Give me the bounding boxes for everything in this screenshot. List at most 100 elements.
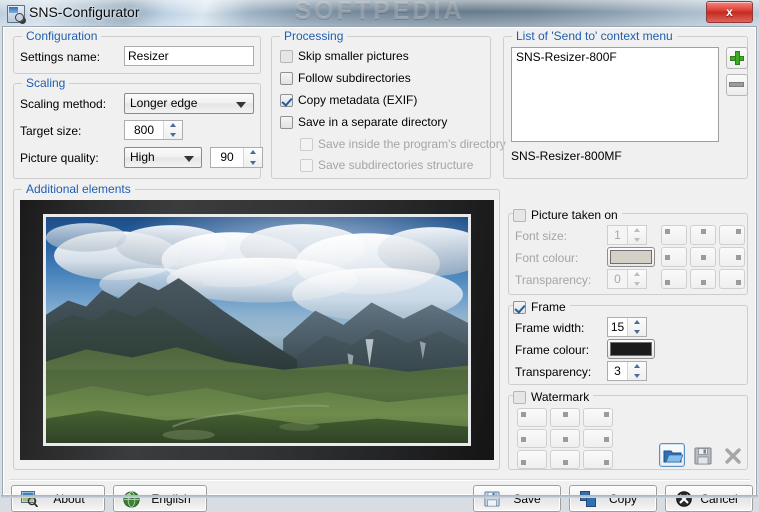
checkbox-picture-taken-on[interactable]: Picture taken on	[513, 208, 618, 222]
open-folder-icon	[663, 450, 683, 463]
spin-down-icon[interactable]	[244, 158, 262, 168]
checkbox-save-subdirectories-structure: Save subdirectories structure	[300, 158, 473, 172]
cancel-button[interactable]: Cancel	[665, 485, 753, 512]
font-size-label: Font size:	[515, 229, 568, 243]
checkbox-label: Save subdirectories structure	[318, 158, 474, 172]
chevron-down-icon	[236, 101, 246, 108]
frame-width-spin-buttons[interactable]	[627, 318, 646, 336]
copy-button[interactable]: Copy	[569, 485, 657, 512]
sendto-listbox[interactable]: SNS-Resizer-800F	[511, 47, 719, 142]
watermark-open-button[interactable]	[659, 443, 685, 467]
picture-quality-combo[interactable]: High	[124, 147, 202, 168]
watermark-delete-button[interactable]	[719, 443, 745, 467]
target-size-stepper[interactable]: 800	[124, 120, 183, 140]
checkbox-label: Follow subdirectories	[298, 71, 411, 85]
picture-quality-stepper[interactable]: 90	[210, 147, 263, 168]
target-size-value: 800	[133, 123, 155, 137]
target-size-spin-buttons[interactable]	[163, 121, 182, 139]
spin-up-icon[interactable]	[628, 362, 646, 371]
save-button[interactable]: Save	[473, 485, 561, 512]
checkbox-box	[300, 137, 313, 151]
frame-transparency-label: Transparency:	[515, 365, 592, 379]
checkbox-box	[280, 71, 293, 85]
watermark-position-middle-center[interactable]	[550, 429, 580, 448]
window-title: SNS-Configurator	[29, 4, 140, 20]
image-preview[interactable]	[20, 200, 494, 460]
watermark-position-top-left[interactable]	[517, 408, 547, 427]
checkbox-save-inside-program-directory: Save inside the program's directory	[300, 137, 506, 151]
watermark-position-bottom-left[interactable]	[517, 450, 547, 469]
watermark-position-bottom-center[interactable]	[550, 450, 580, 469]
frame-transparency-spin-buttons[interactable]	[627, 362, 646, 380]
configuration-legend: Configuration	[22, 29, 102, 43]
spin-down-icon[interactable]	[628, 371, 646, 380]
watermark-position-top-right[interactable]	[583, 408, 613, 427]
checkbox-follow-subdirectories[interactable]: Follow subdirectories	[280, 71, 411, 85]
checkbox-frame[interactable]: Frame	[513, 300, 566, 314]
checkbox-box	[513, 390, 526, 404]
add-entry-button[interactable]	[726, 47, 748, 69]
checkbox-label: Picture taken on	[531, 208, 618, 222]
checkbox-copy-metadata-exif[interactable]: Copy metadata (EXIF)	[280, 93, 417, 107]
checkbox-label: Copy metadata (EXIF)	[298, 93, 418, 107]
frame-colour-swatch[interactable]	[607, 339, 655, 359]
sendto-status-text: SNS-Resizer-800MF	[511, 149, 622, 163]
cancel-label: Cancel	[700, 491, 738, 506]
watermark-position-middle-left[interactable]	[517, 429, 547, 448]
client-area: Configuration Settings name: Scaling Sca…	[1, 26, 758, 512]
floppy-save-icon	[484, 490, 500, 507]
spin-up-icon[interactable]	[628, 318, 646, 327]
plus-icon	[729, 50, 745, 66]
checkbox-watermark[interactable]: Watermark	[513, 390, 589, 404]
frame-transparency-stepper[interactable]: 3	[607, 361, 647, 381]
watermark-save-button[interactable]	[689, 443, 715, 467]
date-position-top-center	[690, 225, 716, 245]
floppy-save-icon	[694, 447, 712, 465]
globe-icon	[123, 490, 140, 508]
settings-name-label: Settings name:	[20, 50, 101, 64]
font-colour-swatch	[607, 247, 655, 267]
picture-taken-on-group: Picture taken on Font size: 1 Font colou…	[508, 206, 748, 295]
title-bar: SOFTPEDIA SNS-Configurator x	[0, 0, 759, 26]
settings-name-input[interactable]	[124, 46, 254, 66]
remove-entry-button[interactable]	[726, 74, 748, 96]
spin-down-icon[interactable]	[164, 130, 182, 139]
watermark-position-middle-right[interactable]	[583, 429, 613, 448]
about-button[interactable]: About	[11, 485, 105, 512]
spin-down-icon[interactable]	[628, 327, 646, 336]
transparency-spin-buttons	[627, 270, 646, 288]
checkbox-label: Frame	[531, 300, 566, 314]
checkbox-skip-smaller-pictures[interactable]: Skip smaller pictures	[280, 49, 409, 63]
close-button[interactable]: x	[706, 1, 753, 23]
minus-icon	[729, 82, 744, 87]
about-picture-icon	[21, 490, 38, 507]
date-position-bottom-center	[690, 269, 716, 289]
font-size-value: 1	[614, 228, 621, 242]
spin-up-icon[interactable]	[164, 121, 182, 130]
spin-up-icon[interactable]	[244, 148, 262, 158]
date-position-middle-left	[661, 247, 687, 267]
language-button[interactable]: English	[113, 485, 207, 512]
picture-quality-label: Picture quality:	[20, 151, 99, 165]
font-transparency-stepper: 0	[607, 269, 647, 289]
checkbox-save-in-separate-directory[interactable]: Save in a separate directory	[280, 115, 447, 129]
list-item[interactable]: SNS-Resizer-800F	[512, 48, 718, 66]
footer-separator	[9, 479, 750, 481]
watermark-position-top-center[interactable]	[550, 408, 580, 427]
quality-spin-buttons[interactable]	[243, 148, 262, 167]
date-position-bottom-right	[719, 269, 745, 289]
checkbox-box	[513, 208, 526, 222]
spin-down-icon	[628, 279, 646, 288]
watermark-position-bottom-right[interactable]	[583, 450, 613, 469]
x-delete-icon	[725, 448, 741, 464]
frame-colour-fill	[610, 342, 652, 356]
scaling-method-combo[interactable]: Longer edge	[124, 93, 254, 114]
date-position-middle-right	[719, 247, 745, 267]
sendto-legend: List of 'Send to' context menu	[512, 29, 677, 43]
chevron-down-icon	[184, 155, 194, 162]
frame-width-stepper[interactable]: 15	[607, 317, 647, 337]
font-size-stepper: 1	[607, 225, 647, 245]
checkbox-box	[280, 49, 293, 63]
scaling-method-label: Scaling method:	[20, 97, 107, 111]
date-position-middle-center	[690, 247, 716, 267]
